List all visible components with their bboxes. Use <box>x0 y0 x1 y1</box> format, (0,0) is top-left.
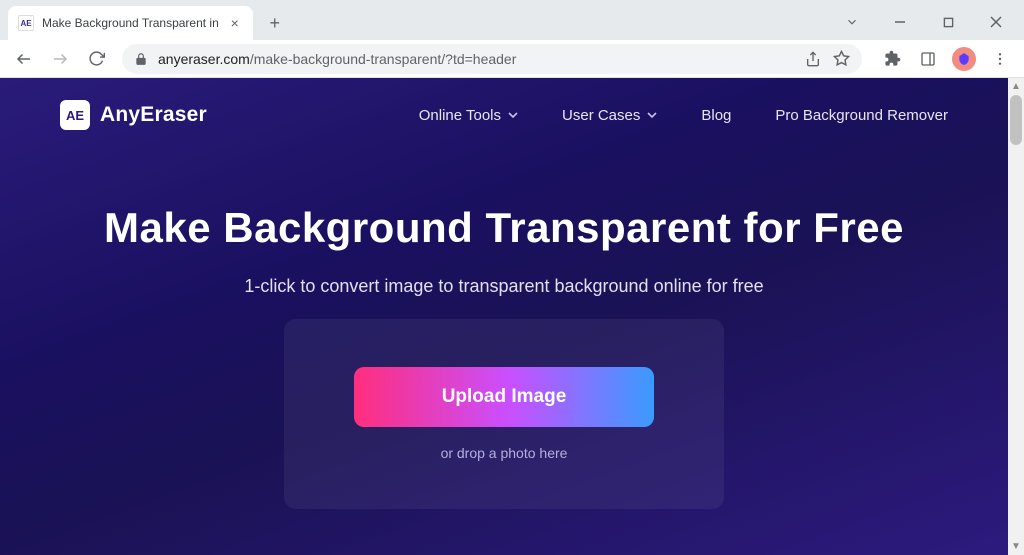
site-header: AE AnyEraser Online Tools User Cases Blo… <box>0 78 1008 152</box>
hero: Make Background Transparent for Free 1-c… <box>0 152 1008 509</box>
lock-icon <box>134 52 148 66</box>
chevron-down-icon <box>508 112 518 118</box>
reload-button[interactable] <box>80 43 112 75</box>
tab-favicon: AE <box>18 15 34 31</box>
profile-avatar[interactable] <box>948 43 980 75</box>
kebab-menu-icon[interactable] <box>984 43 1016 75</box>
back-button[interactable] <box>8 43 40 75</box>
window-controls <box>832 8 1024 40</box>
page-content: AE AnyEraser Online Tools User Cases Blo… <box>0 78 1008 555</box>
browser-tab[interactable]: AE Make Background Transparent in × <box>8 6 253 40</box>
bookmark-star-icon[interactable] <box>833 50 850 67</box>
close-window-button[interactable] <box>976 8 1016 36</box>
upload-dropzone[interactable]: Upload Image or drop a photo here <box>284 319 724 509</box>
nav-user-cases[interactable]: User Cases <box>562 107 657 124</box>
omnibox-actions <box>805 50 850 67</box>
new-tab-button[interactable]: + <box>261 9 289 37</box>
nav-label: Online Tools <box>419 107 501 124</box>
tab-strip: AE Make Background Transparent in × + <box>0 6 289 40</box>
nav-pro[interactable]: Pro Background Remover <box>775 107 948 124</box>
scrollbar-thumb[interactable] <box>1010 95 1022 145</box>
minimize-button[interactable] <box>880 8 920 36</box>
extensions-icon[interactable] <box>876 43 908 75</box>
drop-hint-text: or drop a photo here <box>441 445 568 461</box>
window-titlebar: AE Make Background Transparent in × + <box>0 0 1024 40</box>
scroll-down-arrow-icon[interactable]: ▼ <box>1008 538 1024 555</box>
extensions-area <box>872 43 1016 75</box>
browser-toolbar: anyeraser.com/make-background-transparen… <box>0 40 1024 78</box>
side-panel-icon[interactable] <box>912 43 944 75</box>
url-text: anyeraser.com/make-background-transparen… <box>158 51 795 67</box>
brand[interactable]: AE AnyEraser <box>60 100 207 130</box>
nav-online-tools[interactable]: Online Tools <box>419 107 518 124</box>
logo-icon: AE <box>60 100 90 130</box>
brand-name: AnyEraser <box>100 103 207 127</box>
url-path: /make-background-transparent/?td=header <box>250 51 517 67</box>
address-bar[interactable]: anyeraser.com/make-background-transparen… <box>122 44 862 74</box>
chevron-down-icon[interactable] <box>832 8 872 36</box>
nav-label: Pro Background Remover <box>775 107 948 124</box>
share-icon[interactable] <box>805 51 821 67</box>
main-nav: Online Tools User Cases Blog Pro Backgro… <box>419 107 948 124</box>
hero-title: Make Background Transparent for Free <box>0 204 1008 252</box>
maximize-button[interactable] <box>928 8 968 36</box>
upload-button[interactable]: Upload Image <box>354 367 654 427</box>
forward-button[interactable] <box>44 43 76 75</box>
nav-label: Blog <box>701 107 731 124</box>
viewport: AE AnyEraser Online Tools User Cases Blo… <box>0 78 1024 555</box>
nav-label: User Cases <box>562 107 640 124</box>
chevron-down-icon <box>647 112 657 118</box>
nav-blog[interactable]: Blog <box>701 107 731 124</box>
vertical-scrollbar[interactable]: ▲ ▼ <box>1008 78 1024 555</box>
tab-title: Make Background Transparent in <box>42 16 219 30</box>
url-domain: anyeraser.com <box>158 51 250 67</box>
scroll-up-arrow-icon[interactable]: ▲ <box>1008 78 1024 95</box>
close-tab-icon[interactable]: × <box>227 15 243 31</box>
hero-subtitle: 1-click to convert image to transparent … <box>0 276 1008 297</box>
